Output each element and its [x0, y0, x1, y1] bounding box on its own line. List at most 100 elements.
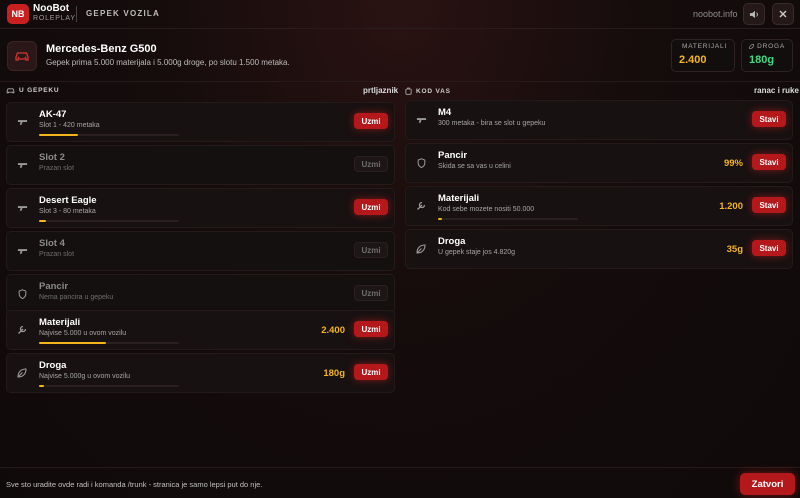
trunk-row-materijali: Materijali Najvise 5.000 u ovom vozilu 2.4…	[6, 310, 395, 350]
close-button[interactable]: Zatvori	[740, 473, 795, 495]
uzmi-button[interactable]: Uzmi	[354, 321, 388, 337]
stavi-button[interactable]: Stavi	[752, 197, 786, 213]
header-rule	[0, 28, 800, 29]
row-title: Droga	[39, 360, 67, 371]
gun-icon	[16, 116, 28, 128]
leaf-icon	[415, 243, 427, 255]
volume-icon	[749, 10, 758, 18]
row-subtitle: Skida se sa vas u celini	[438, 163, 511, 170]
stat-materijali-value: 2.400	[679, 54, 707, 66]
row-title: Materijali	[39, 317, 81, 328]
leaf-icon	[16, 367, 28, 379]
trunk-row-slot-4: Slot 4 Prazan slot Uzmi	[6, 231, 395, 271]
row-subtitle: U gepek staje jos 4.820g	[438, 249, 516, 256]
page-title: GEPEK VOZILA	[86, 9, 160, 18]
row-value: 35g	[726, 244, 743, 255]
progress-bar	[39, 385, 44, 387]
row-subtitle: Prazan slot	[39, 165, 75, 172]
backpack-icon	[405, 87, 412, 95]
volume-button[interactable]	[743, 3, 765, 25]
trunk-row-desert-eagle: Desert Eagle Slot 3 - 80 metaka Uzmi	[6, 188, 395, 228]
stat-droga: DROGA 180g	[741, 39, 793, 72]
row-title: Slot 2	[39, 152, 65, 163]
row-subtitle: Kod sebe mozete nositi 50.000	[438, 206, 535, 213]
close-window-button[interactable]	[772, 3, 794, 25]
progress-bar	[438, 218, 442, 220]
stat-droga-value: 180g	[749, 54, 775, 66]
pocket-row-droga: Droga U gepek staje jos 4.820g 35g Stavi	[405, 229, 793, 269]
row-subtitle: Najvise 5.000g u ovom vozilu	[39, 373, 131, 380]
stavi-button[interactable]: Stavi	[752, 240, 786, 256]
car-icon	[6, 88, 15, 94]
pocket-heading: KOD VAS	[405, 87, 451, 95]
stavi-button[interactable]: Stavi	[752, 154, 786, 170]
stavi-button[interactable]: Stavi	[752, 111, 786, 127]
row-subtitle: Prazan slot	[39, 251, 75, 258]
close-icon	[779, 10, 787, 18]
shield-icon	[16, 288, 28, 300]
gun-icon	[16, 245, 28, 257]
trunk-heading: U GEPEKU	[6, 87, 59, 94]
trunk-right-label: prtljaznik	[363, 86, 399, 95]
header-divider	[76, 6, 77, 22]
stat-droga-label: DROGA	[757, 43, 785, 50]
car-icon-box	[7, 41, 37, 71]
brand-logo: NB	[7, 4, 29, 24]
pocket-row-pancir: Pancir Skida se sa vas u celini 99% Stavi	[405, 143, 793, 183]
uzmi-button: Uzmi	[354, 242, 388, 258]
row-subtitle: Slot 1 - 420 metaka	[39, 122, 100, 129]
row-title: Droga	[438, 236, 466, 247]
row-value: 99%	[723, 158, 743, 169]
trunk-heading-label: U GEPEKU	[19, 87, 60, 94]
gun-icon	[415, 114, 427, 126]
trunk-row-droga: Droga Najvise 5.000g u ovom vozilu 180g Uzm…	[6, 353, 395, 393]
row-title: M4	[438, 107, 452, 118]
row-value: 2.400	[321, 325, 345, 336]
brand-tagline: ROLEPLAY	[33, 15, 76, 22]
pocket-right-label: ranac i ruke	[754, 86, 799, 95]
row-subtitle: Najvise 5.000 u ovom vozilu	[39, 330, 127, 337]
footer-rule	[0, 467, 800, 468]
row-subtitle: Nema pancira u gepeku	[39, 294, 114, 301]
progress-bar	[39, 134, 78, 136]
row-subtitle: 300 metaka - bira se slot u gepeku	[438, 120, 546, 127]
pocket-heading-label: KOD VAS	[416, 87, 451, 95]
stat-materijali: MATERIJALI 2.400	[671, 39, 735, 72]
vehicle-name: Mercedes-Benz G500	[46, 43, 157, 55]
row-title: Materijali	[438, 193, 480, 204]
vehicle-description: Gepek prima 5.000 materijala i 5.000g dr…	[46, 58, 290, 67]
trunk-row-pancir: Pancir Nema pancira u gepeku Uzmi	[6, 274, 395, 314]
row-title: Pancir	[39, 281, 69, 292]
pocket-row-m4: M4 300 metaka - bira se slot u gepeku Stav…	[405, 100, 793, 140]
row-title: Desert Eagle	[39, 195, 97, 206]
footer-hint: Sve sto uradite ovde radi i komanda /tru…	[6, 480, 263, 489]
row-value: 1.200	[719, 201, 743, 212]
row-title: AK-47	[39, 109, 67, 120]
uzmi-button[interactable]: Uzmi	[354, 364, 388, 380]
trunk-row-slot-2: Slot 2 Prazan slot Uzmi	[6, 145, 395, 185]
row-value: 180g	[323, 368, 345, 379]
brand-name: NooBot	[33, 3, 70, 14]
wrench-icon	[415, 200, 427, 212]
gun-icon	[16, 159, 28, 171]
shield-icon	[415, 157, 427, 169]
progress-bar	[39, 220, 46, 222]
progress-bar	[39, 342, 106, 344]
leaf-icon	[749, 44, 754, 49]
row-subtitle: Slot 3 - 80 metaka	[39, 208, 96, 215]
row-title: Slot 4	[39, 238, 65, 249]
wrench-icon	[16, 324, 28, 336]
section-rule	[0, 81, 800, 82]
car-icon	[15, 52, 29, 61]
trunk-row-ak-47: AK-47 Slot 1 - 420 metaka Uzmi	[6, 102, 395, 142]
uzmi-button[interactable]: Uzmi	[354, 199, 388, 215]
site-link[interactable]: noobot.info	[693, 9, 738, 19]
progress-track	[39, 220, 179, 222]
progress-track	[39, 385, 179, 387]
pocket-row-materijali: Materijali Kod sebe mozete nositi 50.000 1…	[405, 186, 793, 226]
uzmi-button[interactable]: Uzmi	[354, 113, 388, 129]
brand: NooBot ROLEPLAY	[33, 4, 76, 24]
uzmi-button: Uzmi	[354, 156, 388, 172]
gun-icon	[16, 202, 28, 214]
stat-materijali-label: MATERIJALI	[682, 43, 728, 50]
